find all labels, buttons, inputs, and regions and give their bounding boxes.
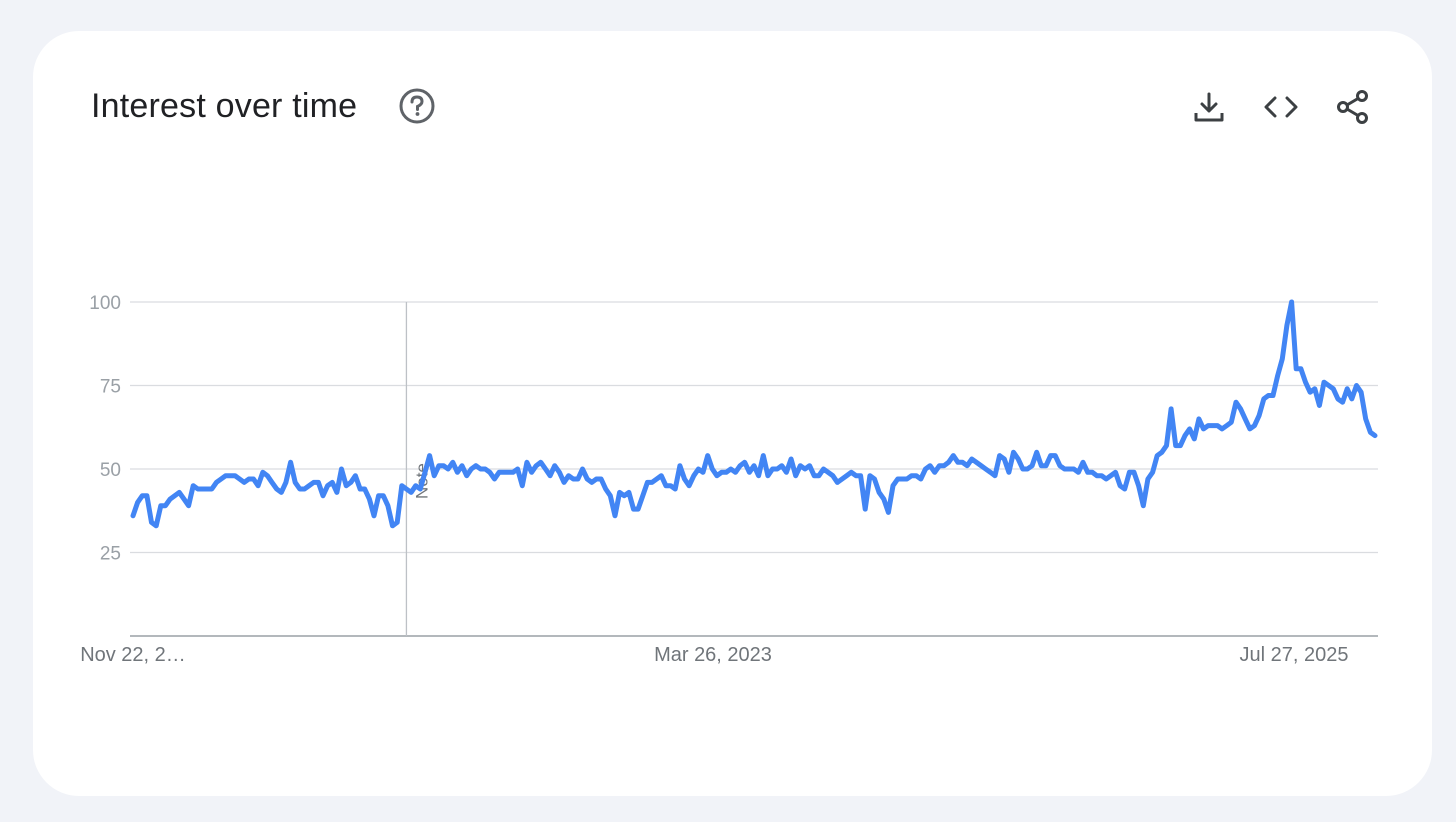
x-tick-label: Nov 22, 2… <box>80 644 186 666</box>
y-tick-label: 25 <box>100 544 121 565</box>
y-tick-label: 100 <box>89 293 121 314</box>
y-tick-label: 75 <box>100 377 121 398</box>
series-line <box>130 299 1378 529</box>
x-tick-label: Jul 27, 2025 <box>1240 644 1349 666</box>
x-tick-label: Mar 26, 2023 <box>654 644 772 666</box>
interest-chart: 255075100NoteNov 22, 2… Mar 26, 2023 Jul 2… <box>80 293 1378 666</box>
y-tick-label: 50 <box>100 460 121 481</box>
